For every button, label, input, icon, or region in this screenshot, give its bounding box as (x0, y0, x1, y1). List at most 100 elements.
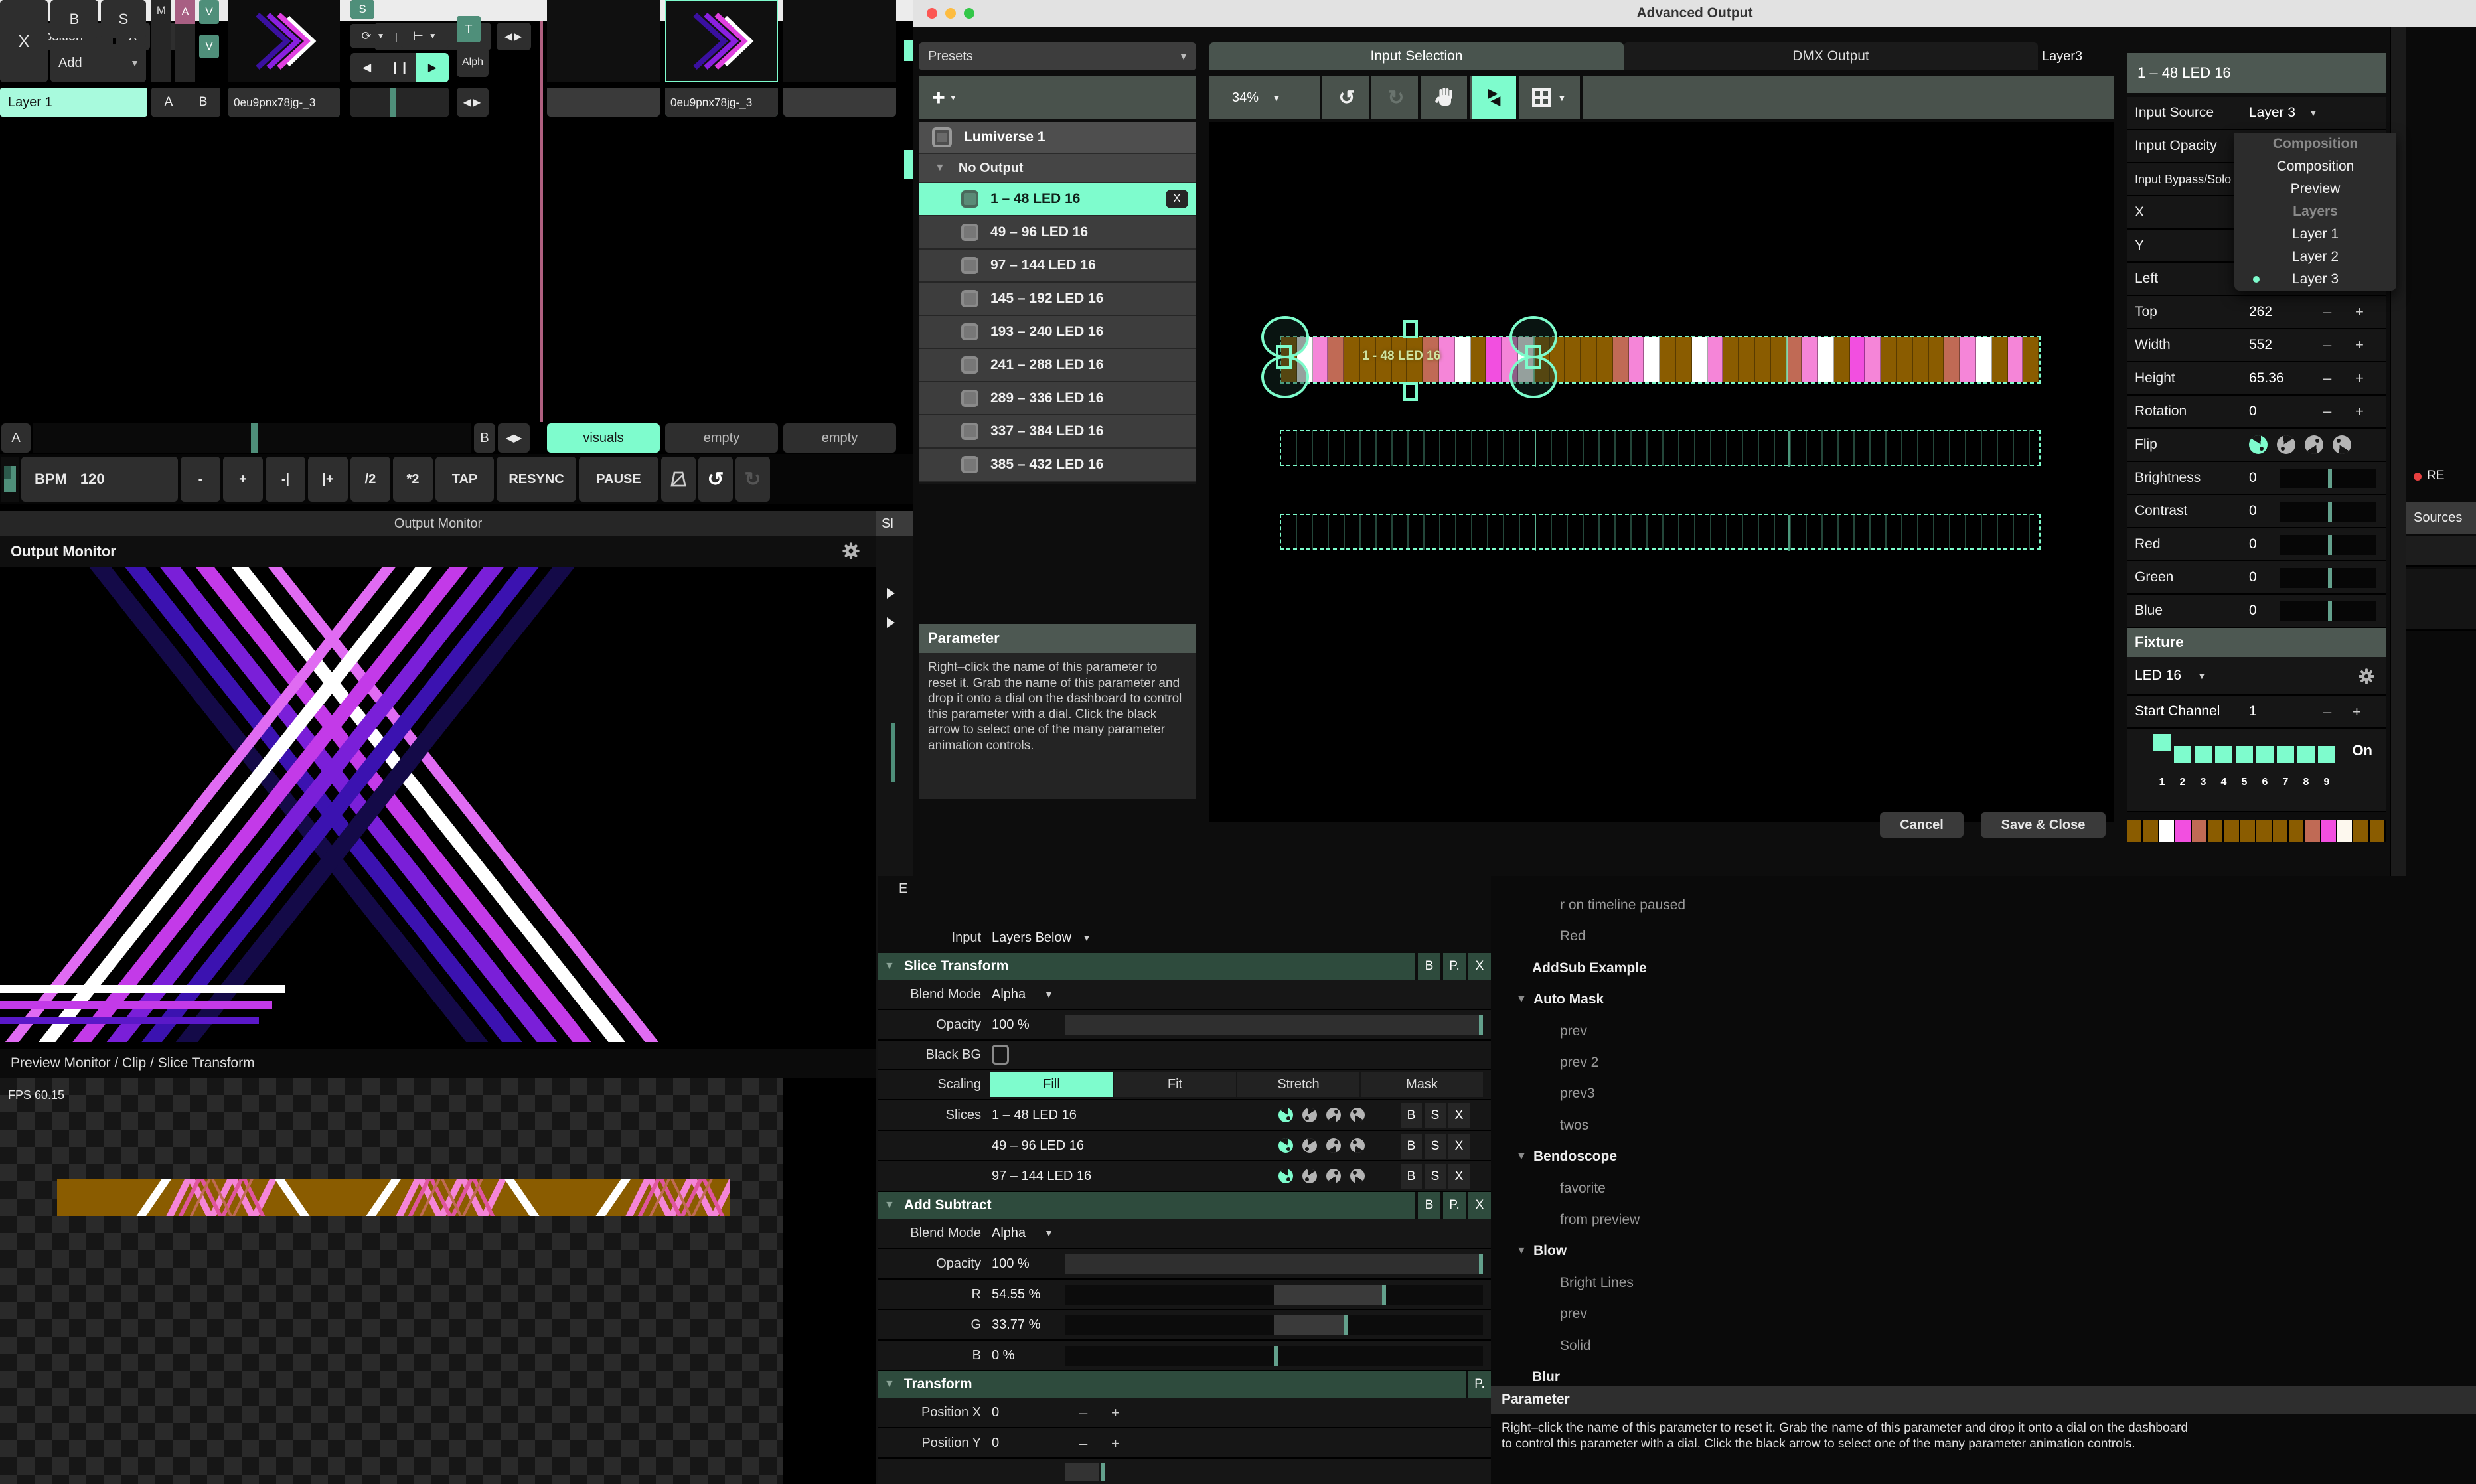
browser-item[interactable]: prev (1491, 1301, 2476, 1327)
collapse-triangle-icon[interactable]: ▼ (878, 1199, 895, 1211)
browser-item[interactable]: ▼Blow (1491, 1238, 2476, 1264)
blend-mode-dropdown[interactable]: Alpha (981, 987, 1026, 1002)
flip-icon[interactable] (2333, 435, 2351, 454)
resize-handle[interactable] (1403, 320, 1418, 338)
remove-button[interactable]: X (1448, 1164, 1470, 1189)
channel-cell[interactable] (2297, 746, 2315, 763)
browser-item[interactable]: Bright Lines (1491, 1270, 2476, 1296)
layer-a-fader[interactable]: A (175, 0, 195, 82)
menu-item-layer-2[interactable]: Layer 2 (2234, 246, 2396, 268)
channel-cell[interactable] (2256, 746, 2274, 763)
scaling-fill-button[interactable]: Fill (990, 1072, 1113, 1097)
property-dropdown[interactable]: Layer 3 (2241, 105, 2295, 121)
increment-button[interactable]: + (2355, 303, 2364, 321)
clip-cell[interactable] (547, 0, 660, 82)
flip-icon[interactable] (1326, 1169, 1341, 1183)
prev-frame-icon[interactable]: ◀ (350, 53, 383, 82)
fixture-item-row[interactable]: 1 – 48 LED 16X (919, 183, 1196, 216)
flip-icon[interactable] (2277, 435, 2295, 454)
channel-cell[interactable] (2318, 746, 2335, 763)
fixture-model-dropdown[interactable]: LED 16 (2127, 668, 2181, 684)
transform-header[interactable]: ▼ Transform P. (878, 1371, 1491, 1398)
decrement-button[interactable]: – (1079, 1404, 1087, 1422)
scaling-fit-button[interactable]: Fit (1114, 1072, 1236, 1097)
fixture-checkbox-icon[interactable] (961, 356, 978, 374)
menu-item-composition[interactable]: Composition (2234, 155, 2396, 178)
clip-cell-label[interactable] (783, 88, 896, 117)
sources-tab[interactable]: Sources (2406, 502, 2476, 534)
browser-item[interactable]: prev 2 (1491, 1049, 2476, 1076)
play-icon[interactable]: ▶ (416, 53, 449, 82)
crossfader-bar[interactable] (33, 423, 471, 453)
fixture-checkbox-icon[interactable] (961, 290, 978, 307)
slice-transform-tool-icon[interactable] (1472, 76, 1519, 119)
grid-options-dropdown[interactable]: ▼ (1521, 76, 1583, 119)
clip-cell[interactable] (665, 0, 778, 82)
undo-button[interactable]: ↺ (698, 457, 733, 502)
param-button[interactable]: P. (1440, 1192, 1466, 1219)
fixture-item-row[interactable]: 337 – 384 LED 16 (919, 415, 1196, 449)
resize-handle[interactable] (1276, 345, 1292, 369)
channel-cell[interactable] (2153, 734, 2171, 751)
flip-icon[interactable] (1326, 1138, 1341, 1153)
opacity-slider[interactable] (1065, 1254, 1483, 1274)
active-clip-name[interactable]: 0eu9pnx78jg-_3 (228, 88, 340, 117)
clip-cell-label[interactable]: 0eu9pnx78jg-_3 (665, 88, 778, 117)
bpm-button-TAP[interactable]: TAP (435, 457, 494, 502)
layer-blend-dropdown[interactable]: Add▼ (50, 44, 146, 82)
property-value[interactable]: 262 (2241, 304, 2323, 320)
scaling-mask-button[interactable]: Mask (1361, 1072, 1483, 1097)
opacity-slider[interactable] (1065, 1015, 1483, 1035)
input-source-dropdown[interactable]: Layers Below (981, 930, 1071, 946)
bypass-button[interactable]: B (1415, 953, 1440, 980)
fixture-checkbox-icon[interactable] (961, 190, 978, 208)
fixture-checkbox-icon[interactable] (961, 224, 978, 241)
crossfader-b-button[interactable]: B (474, 423, 495, 453)
no-output-row[interactable]: ▼ No Output (919, 154, 1196, 183)
transition-blend-button[interactable]: Alph (457, 48, 489, 77)
output-monitor-tab[interactable]: Output Monitor (0, 511, 876, 536)
property-slider[interactable] (2280, 601, 2376, 621)
minimize-window-button[interactable] (945, 8, 956, 19)
increment-button[interactable]: + (2353, 704, 2361, 721)
bpm-button-RESYNC[interactable]: RESYNC (497, 457, 576, 502)
crossfader-skip-buttons[interactable]: ◀▶ (498, 423, 530, 453)
fixture-remove-button[interactable]: X (1166, 190, 1188, 208)
param-button[interactable]: P. (1440, 953, 1466, 980)
menu-item-preview[interactable]: Preview (2234, 178, 2396, 200)
flip-icon[interactable] (2305, 435, 2323, 454)
slice-strip-3[interactable] (1280, 514, 2041, 550)
fixture-checkbox-icon[interactable] (932, 127, 952, 147)
browser-item[interactable]: Solid (1491, 1333, 2476, 1359)
save-close-button[interactable]: Save & Close (1981, 812, 2106, 838)
opacity-value[interactable]: 100 % (981, 1256, 1053, 1272)
layer-ab-assign[interactable]: AB (151, 88, 220, 117)
clip-progress-bar[interactable] (350, 88, 449, 117)
flip-icon[interactable] (1278, 1138, 1293, 1153)
trigger-style-dropdown[interactable]: ⊢▼ (401, 24, 449, 48)
property-slider[interactable] (2280, 535, 2376, 555)
browser-item[interactable]: AddSub Example (1491, 955, 2476, 982)
bypass-button[interactable]: B (1401, 1134, 1422, 1159)
bpm-button-[interactable]: - (181, 457, 220, 502)
fixture-checkbox-icon[interactable] (961, 323, 978, 340)
flip-icon[interactable] (1302, 1169, 1317, 1183)
fixture-item-row[interactable]: 97 – 144 LED 16 (919, 250, 1196, 283)
metronome-icon[interactable] (661, 457, 696, 502)
remove-button[interactable]: X (1466, 953, 1491, 980)
layer-tab[interactable]: Layer3 (2042, 42, 2122, 70)
slice-strip-2[interactable] (1280, 430, 2041, 466)
composition-skip-buttons[interactable]: ◀▶ (497, 23, 531, 50)
bypass-button[interactable]: B (1415, 1192, 1440, 1219)
undo-icon[interactable]: ↺ (1325, 76, 1371, 119)
browser-item[interactable]: twos (1491, 1112, 2476, 1139)
flip-icon[interactable] (1278, 1169, 1293, 1183)
slice-transform-header[interactable]: ▼ Slice Transform B P. X (878, 953, 1491, 980)
clip-skip-buttons[interactable]: ◀▶ (457, 88, 489, 117)
g-slider[interactable] (1065, 1315, 1483, 1335)
channel-cell[interactable] (2236, 746, 2253, 763)
fixture-item-row[interactable]: 49 – 96 LED 16 (919, 216, 1196, 250)
flip-icon[interactable] (1326, 1108, 1341, 1122)
collapse-arrow-icon[interactable] (887, 617, 895, 628)
fixture-checkbox-icon[interactable] (961, 390, 978, 407)
